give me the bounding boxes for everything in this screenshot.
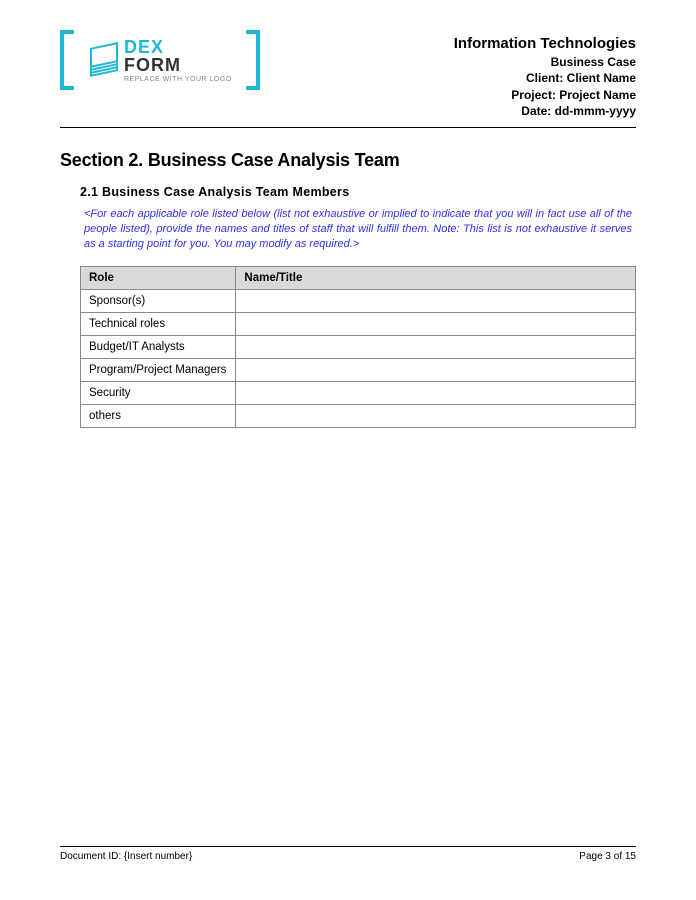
header-date: Date: dd-mmm-yyyy: [454, 103, 636, 119]
header-title: Information Technologies: [454, 34, 636, 54]
role-cell: Budget/IT Analysts: [81, 335, 236, 358]
role-cell: Program/Project Managers: [81, 358, 236, 381]
table-row: Technical roles: [81, 312, 636, 335]
role-cell: Security: [81, 381, 236, 404]
section-title: Section 2. Business Case Analysis Team: [60, 150, 636, 171]
table-row: Sponsor(s): [81, 289, 636, 312]
table-header-role: Role: [81, 266, 236, 289]
name-cell: [236, 312, 636, 335]
table-header-name: Name/Title: [236, 266, 636, 289]
header-info: Information Technologies Business Case C…: [454, 30, 636, 119]
name-cell: [236, 289, 636, 312]
logo: DEX FORM REPLACE WITH YOUR LOGO: [60, 30, 260, 90]
header-line2: Business Case: [454, 54, 636, 70]
table-header-row: Role Name/Title: [81, 266, 636, 289]
page-footer: Document ID: {Insert number} Page 3 of 1…: [60, 846, 636, 862]
page-header: DEX FORM REPLACE WITH YOUR LOGO Informat…: [60, 30, 636, 119]
logo-text-line1: DEX: [124, 38, 232, 56]
subsection: 2.1 Business Case Analysis Team Members …: [60, 185, 636, 428]
name-cell: [236, 381, 636, 404]
logo-stack-icon: [88, 44, 120, 76]
subsection-title: 2.1 Business Case Analysis Team Members: [80, 185, 636, 199]
table-row: others: [81, 404, 636, 427]
table-row: Security: [81, 381, 636, 404]
role-cell: others: [81, 404, 236, 427]
logo-bracket-right-icon: [246, 30, 260, 90]
name-cell: [236, 335, 636, 358]
name-cell: [236, 358, 636, 381]
header-divider: [60, 127, 636, 128]
name-cell: [236, 404, 636, 427]
footer-page: Page 3 of 15: [579, 851, 636, 862]
role-cell: Technical roles: [81, 312, 236, 335]
table-row: Program/Project Managers: [81, 358, 636, 381]
footer-doc-id: Document ID: {Insert number}: [60, 851, 192, 862]
table-row: Budget/IT Analysts: [81, 335, 636, 358]
role-cell: Sponsor(s): [81, 289, 236, 312]
header-project: Project: Project Name: [454, 87, 636, 103]
instruction-text: <For each applicable role listed below (…: [80, 207, 636, 252]
footer-divider: [60, 846, 636, 847]
logo-text-line2: FORM: [124, 56, 232, 74]
header-client: Client: Client Name: [454, 70, 636, 86]
logo-subtext: REPLACE WITH YOUR LOGO: [124, 76, 232, 83]
team-table: Role Name/Title Sponsor(s) Technical rol…: [80, 266, 636, 428]
logo-bracket-left-icon: [60, 30, 74, 90]
